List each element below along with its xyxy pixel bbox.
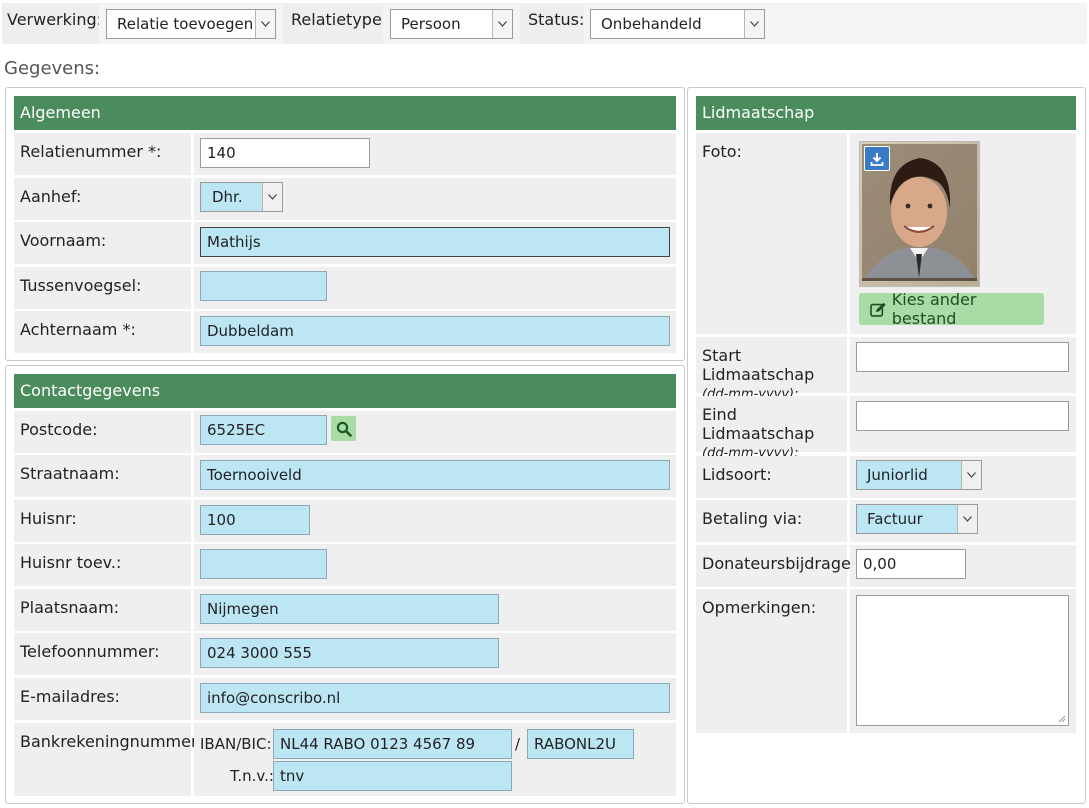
tnv-input[interactable]: tnv [273,761,512,791]
lidsoort-select-value: Juniorlid [867,466,928,484]
algemeen-header: Algemeen [14,96,676,130]
straatnaam-label: Straatnaam: [14,455,191,497]
download-photo-button[interactable] [864,146,890,171]
search-icon [336,421,352,437]
aanhef-select[interactable]: Dhr. [200,182,283,212]
plaatsnaam-label: Plaatsnaam: [14,589,191,631]
start-lidmaatschap-input[interactable] [856,342,1069,372]
relatietype-label: Relatietype: [291,10,388,29]
iban-bic-separator: / [515,735,521,753]
iban-bic-label: IBAN/BIC: [200,735,272,753]
opmerkingen-label: Opmerkingen: [696,589,847,733]
chevron-down-icon [262,183,282,211]
tnv-label: T.n.v.: [230,767,274,785]
lidmaatschap-header: Lidmaatschap [696,96,1076,130]
toolbar-filler [773,3,1087,44]
kies-ander-bestand-button[interactable]: Kies ander bestand [859,290,1044,328]
resize-handle-icon[interactable] [1057,714,1066,723]
verwerking-select[interactable]: Relatie toevoegen [106,9,276,39]
huisnr-label: Huisnr: [14,500,191,542]
kies-ander-bestand-label: Kies ander bestand [891,290,977,328]
telefoon-input[interactable]: 024 3000 555 [200,638,499,668]
achternaam-input[interactable]: Dubbeldam [200,316,670,346]
bank-label: Bankrekeningnummer: [14,723,203,796]
tussenvoegsel-input[interactable] [200,271,327,301]
straatnaam-input[interactable]: Toernooiveld [200,460,670,490]
foto-label: Foto: [696,133,847,334]
achternaam-label: Achternaam *: [14,311,191,353]
opmerkingen-textarea[interactable] [856,595,1069,726]
voornaam-label: Voornaam: [14,222,191,264]
betaling-select-value: Factuur [867,510,923,528]
start-lidmaatschap-label: Start Lidmaatschap (dd-mm-yyyy): [696,337,847,402]
download-icon [870,152,884,166]
aanhef-select-value: Dhr. [212,188,243,206]
status-select-value: Onbehandeld [601,15,702,33]
status-label: Status: [528,10,585,29]
contact-header: Contactgegevens [14,374,676,408]
relatienummer-label: Relatienummer *: [14,133,191,175]
verwerking-select-value: Relatie toevoegen [117,15,254,33]
eind-lidmaatschap-label-text: Eind Lidmaatschap [702,405,815,443]
email-input[interactable]: info@conscribo.nl [200,683,670,713]
relatietype-select[interactable]: Persoon [390,9,513,39]
donateur-input[interactable]: 0,00 [856,549,966,579]
chevron-down-icon [255,10,275,38]
huisnr-toev-label: Huisnr toev.: [14,544,191,586]
verwerking-label: Verwerking: [7,10,103,29]
betaling-select[interactable]: Factuur [856,504,978,534]
iban-input[interactable]: NL44 RABO 0123 4567 89 [273,729,512,759]
plaatsnaam-input[interactable]: Nijmegen [200,594,499,624]
lidsoort-label: Lidsoort: [696,456,847,498]
postcode-search-button[interactable] [331,416,356,441]
start-lidmaatschap-label-text: Start Lidmaatschap [702,346,815,384]
edit-icon [870,302,886,317]
status-select[interactable]: Onbehandeld [590,9,765,39]
email-label: E-mailadres: [14,678,191,720]
postcode-label: Postcode: [14,411,191,453]
chevron-down-icon [744,10,764,38]
lidsoort-select[interactable]: Juniorlid [856,460,982,490]
donateur-label: Donateursbijdrage: [696,545,856,587]
chevron-down-icon [957,505,977,533]
tussenvoegsel-label: Tussenvoegsel: [14,267,191,309]
voornaam-input[interactable]: Mathijs [200,227,670,257]
section-title: Gegevens: [4,58,101,79]
chevron-down-icon [492,10,512,38]
eind-lidmaatschap-label: Eind Lidmaatschap (dd-mm-yyyy): [696,396,847,461]
chevron-down-icon [961,461,981,489]
bic-input[interactable]: RABONL2U [527,729,634,759]
telefoon-label: Telefoonnummer: [14,633,191,675]
huisnr-toev-input[interactable] [200,549,327,579]
postcode-input[interactable]: 6525EC [200,415,327,445]
eind-lidmaatschap-input[interactable] [856,401,1069,431]
relatienummer-input[interactable]: 140 [200,138,370,168]
aanhef-label: Aanhef: [14,178,191,220]
huisnr-input[interactable]: 100 [200,505,310,535]
betaling-label: Betaling via: [696,500,847,542]
relatietype-select-value: Persoon [401,15,461,33]
